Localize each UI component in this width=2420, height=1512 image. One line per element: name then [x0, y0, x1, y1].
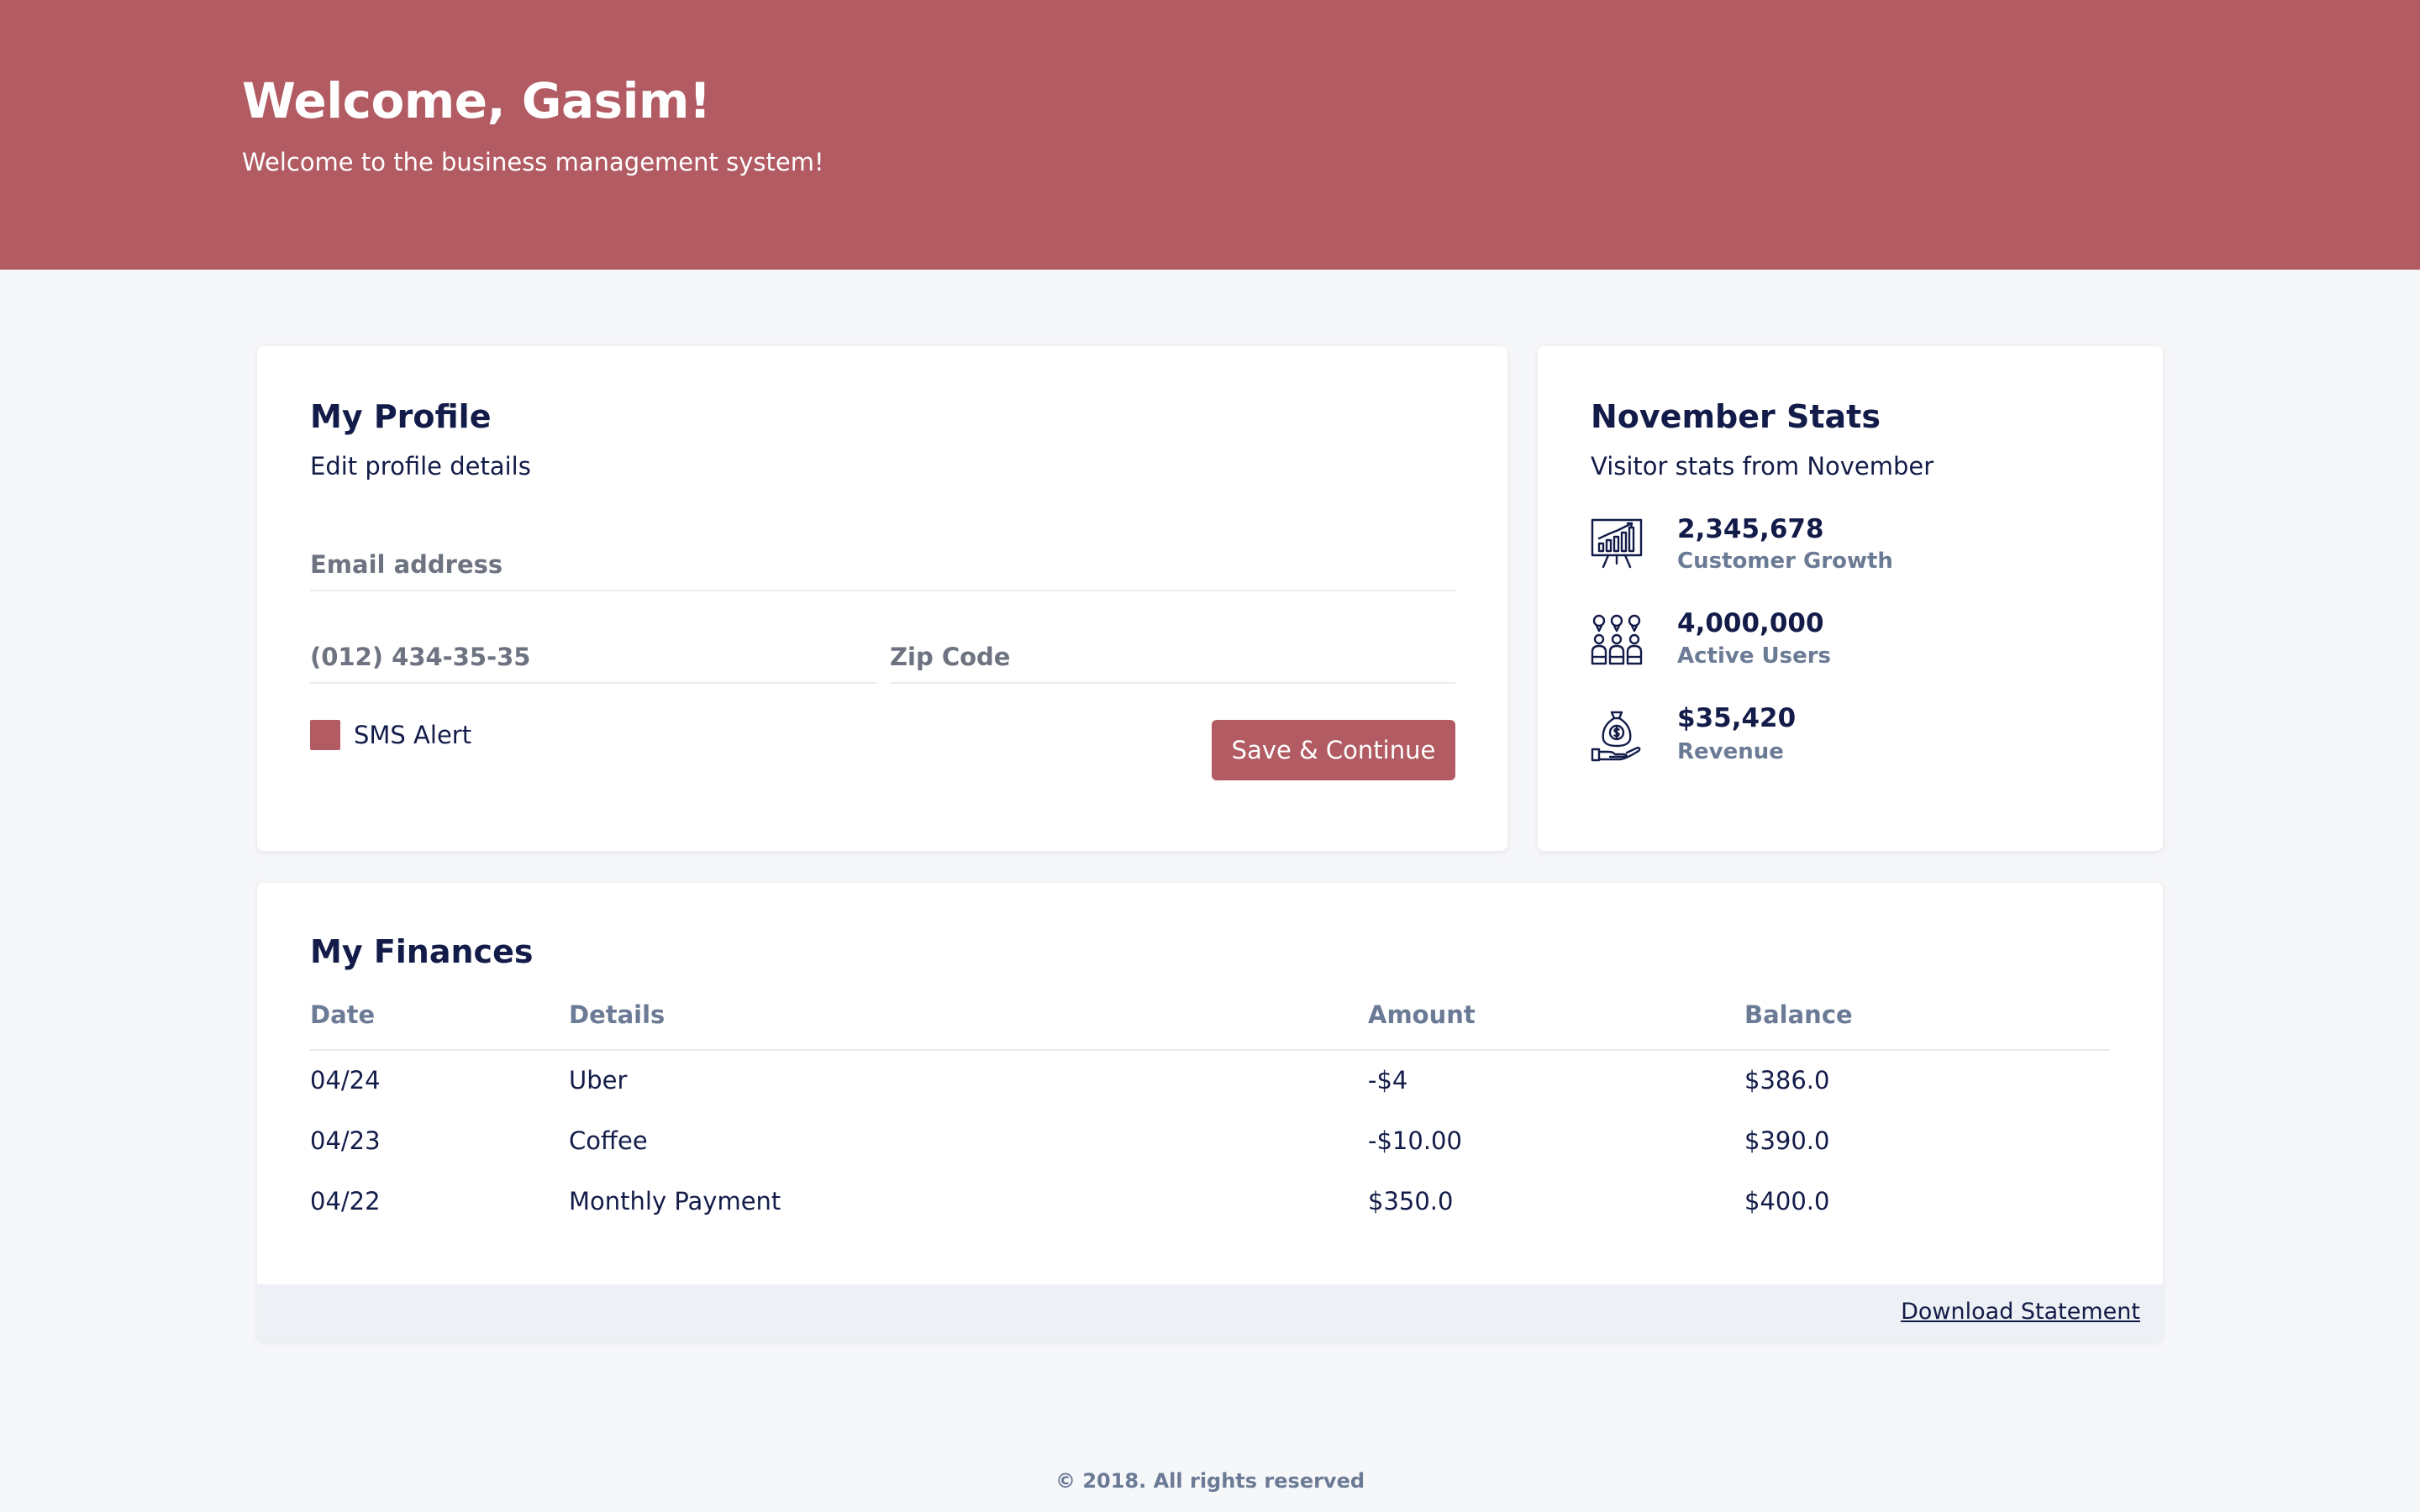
stat-label: Customer Growth	[1677, 549, 1893, 574]
users-group-icon	[1591, 614, 1643, 665]
finances-footer-bar: Download Statement	[257, 1284, 2163, 1341]
cell-balance: $386.0	[1744, 1066, 1830, 1095]
column-header-details: Details	[569, 1000, 666, 1029]
download-statement-link[interactable]: Download Statement	[1901, 1299, 2140, 1325]
zip-code-field[interactable]	[890, 632, 1455, 684]
table-header: Date Details Amount Balance	[310, 1000, 2110, 1051]
stat-label: Active Users	[1677, 643, 1832, 669]
column-header-amount: Amount	[1368, 1000, 1476, 1029]
save-continue-button[interactable]: Save & Continue	[1212, 720, 1455, 780]
cell-amount: $350.0	[1368, 1187, 1454, 1215]
cell-date: 04/23	[310, 1126, 381, 1155]
cell-date: 04/22	[310, 1187, 381, 1215]
stats-card: November Stats Visitor stats from Novemb…	[1538, 346, 2163, 851]
cell-details: Monthly Payment	[569, 1187, 781, 1215]
welcome-subtitle: Welcome to the business management syste…	[242, 148, 824, 176]
cell-details: Coffee	[569, 1126, 648, 1155]
phone-field[interactable]	[310, 632, 876, 684]
stats-title: November Stats	[1591, 398, 1881, 435]
cell-amount: -$10.00	[1368, 1126, 1462, 1155]
stat-value: 2,345,678	[1677, 514, 1824, 544]
finances-title: My Finances	[310, 933, 534, 970]
finances-card: My Finances Date Details Amount Balance …	[257, 883, 2163, 1341]
table-row: 04/22 Monthly Payment $350.0 $400.0	[310, 1187, 2110, 1229]
stat-label: Revenue	[1677, 739, 1784, 764]
sms-alert-checkbox[interactable]	[310, 720, 340, 750]
hero-header: Welcome, Gasim! Welcome to the business …	[0, 0, 2420, 270]
copyright-footer: © 2018. All rights reserved	[1055, 1469, 1365, 1493]
stats-subtitle: Visitor stats from November	[1591, 452, 1934, 480]
welcome-title: Welcome, Gasim!	[242, 72, 711, 129]
sms-alert-label: SMS Alert	[354, 721, 472, 749]
column-header-date: Date	[310, 1000, 376, 1029]
stat-value: $35,420	[1677, 703, 1797, 733]
profile-subtitle: Edit profile details	[310, 452, 531, 480]
table-row: 04/23 Coffee -$10.00 $390.0	[310, 1126, 2110, 1168]
table-row: 04/24 Uber -$4 $386.0	[310, 1066, 2110, 1108]
cell-amount: -$4	[1368, 1066, 1408, 1095]
email-field[interactable]	[310, 539, 1455, 591]
profile-title: My Profile	[310, 398, 492, 435]
column-header-balance: Balance	[1744, 1000, 1853, 1029]
cell-date: 04/24	[310, 1066, 381, 1095]
money-bag-hand-icon	[1591, 711, 1641, 762]
cell-balance: $390.0	[1744, 1126, 1830, 1155]
cell-balance: $400.0	[1744, 1187, 1830, 1215]
profile-card: My Profile Edit profile details SMS Aler…	[257, 346, 1507, 851]
growth-chart-icon	[1591, 518, 1643, 569]
cell-details: Uber	[569, 1066, 628, 1095]
stat-value: 4,000,000	[1677, 608, 1824, 638]
